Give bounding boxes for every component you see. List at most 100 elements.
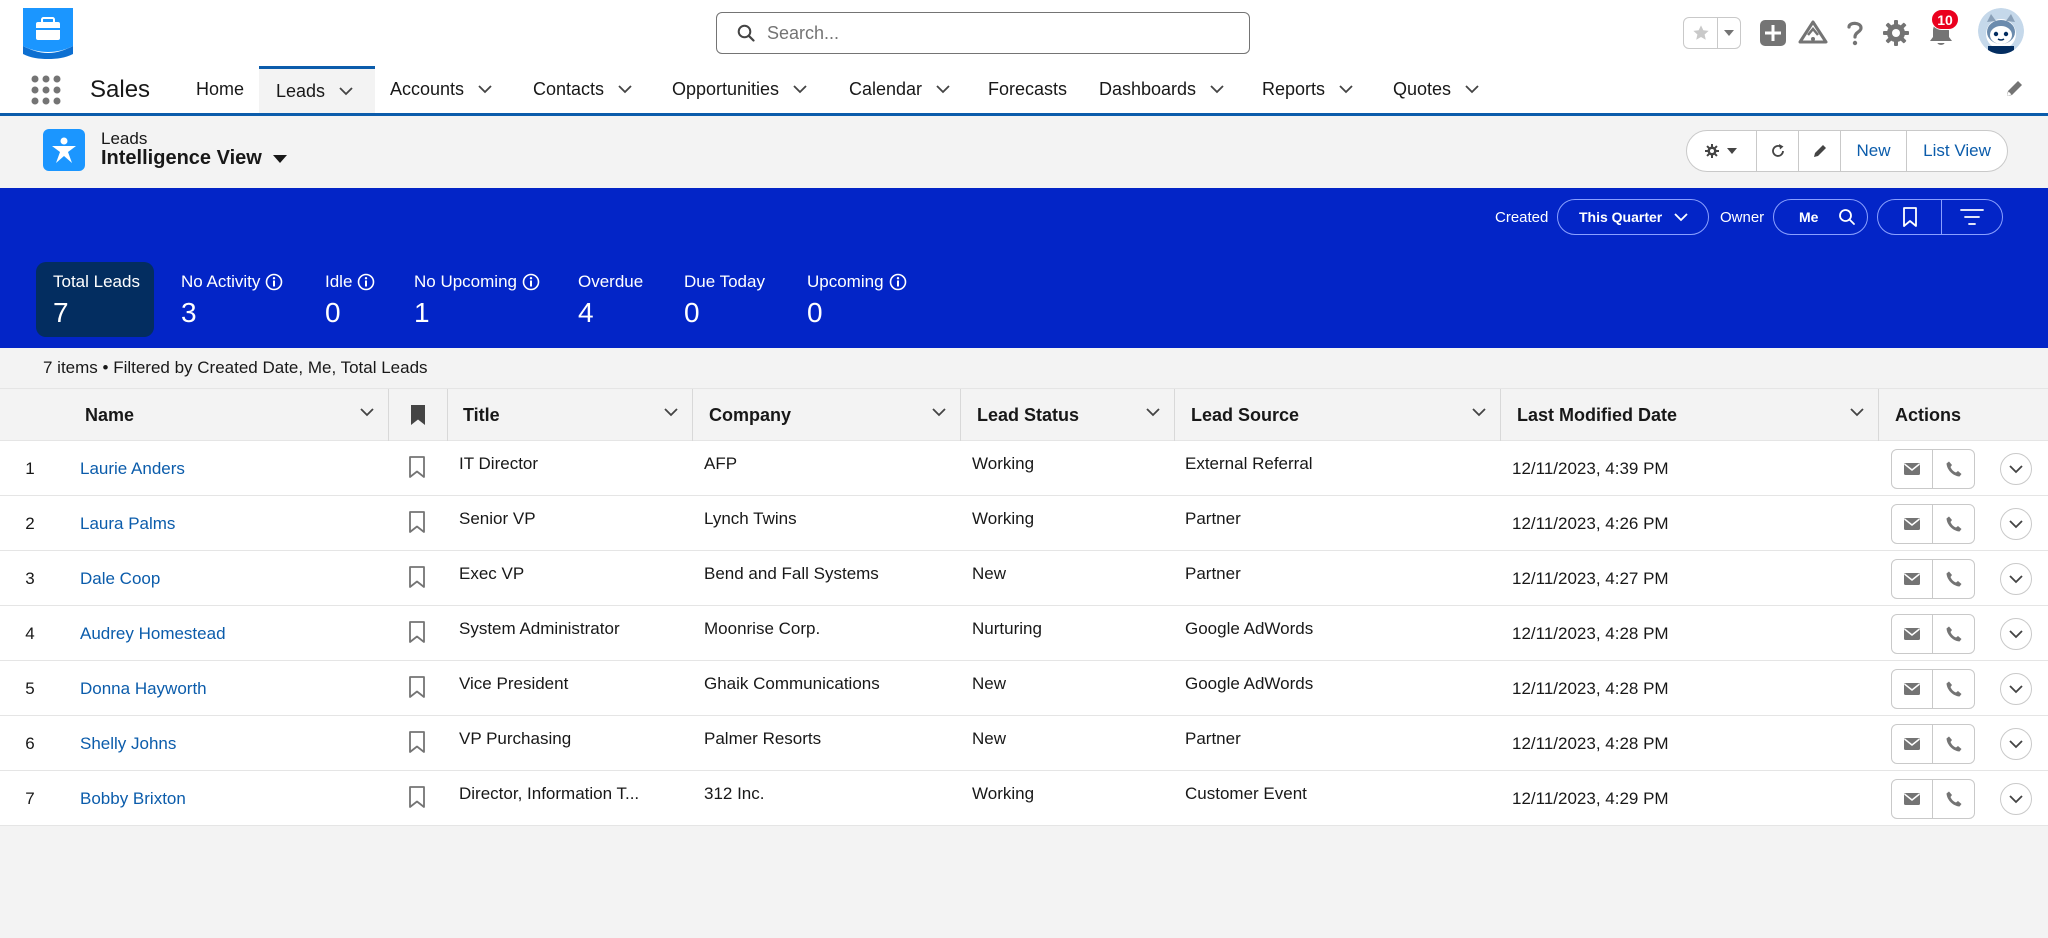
bookmark-icon[interactable] — [408, 565, 426, 589]
call-button[interactable] — [1933, 505, 1974, 543]
call-button[interactable] — [1933, 450, 1974, 488]
search-input[interactable] — [767, 14, 1227, 52]
call-button[interactable] — [1933, 725, 1974, 763]
row-actions-menu-button[interactable] — [2000, 783, 2032, 815]
info-icon[interactable] — [522, 273, 540, 291]
chevron-down-icon[interactable] — [1465, 85, 1479, 94]
global-actions-button[interactable] — [1756, 16, 1790, 50]
lead-name-link[interactable]: Audrey Homestead — [80, 624, 226, 644]
favorite-star-button[interactable] — [1684, 18, 1718, 48]
bookmark-filter-button[interactable] — [1878, 200, 1942, 234]
favorites-dropdown-button[interactable] — [1718, 18, 1740, 48]
call-button[interactable] — [1933, 615, 1974, 653]
column-header-title[interactable]: Title — [448, 389, 693, 441]
bookmark-icon[interactable] — [408, 730, 426, 754]
metric-overdue[interactable]: Overdue 4 — [578, 272, 643, 329]
chevron-down-icon[interactable] — [1472, 408, 1486, 417]
app-logo[interactable] — [21, 6, 75, 60]
list-view-selector[interactable]: Intelligence View — [101, 147, 288, 170]
column-header-last-modified-date[interactable]: Last Modified Date — [1501, 389, 1879, 441]
setup-button[interactable] — [1879, 16, 1913, 50]
metric-due-today[interactable]: Due Today 0 — [684, 272, 765, 329]
nav-item-quotes[interactable]: Quotes — [1393, 66, 1479, 113]
inline-edit-button[interactable] — [1799, 131, 1841, 171]
nav-item-forecasts[interactable]: Forecasts — [988, 66, 1067, 113]
chevron-down-icon[interactable] — [1210, 85, 1224, 94]
metric-no-upcoming[interactable]: No Upcoming 1 — [414, 272, 540, 329]
nav-item-opportunities[interactable]: Opportunities — [672, 66, 807, 113]
nav-item-reports[interactable]: Reports — [1262, 66, 1353, 113]
send-email-button[interactable] — [1892, 505, 1933, 543]
new-button[interactable]: New — [1841, 131, 1907, 171]
row-actions-menu-button[interactable] — [2000, 673, 2032, 705]
row-actions-menu-button[interactable] — [2000, 508, 2032, 540]
nav-item-contacts[interactable]: Contacts — [533, 66, 632, 113]
help-button[interactable] — [1838, 16, 1872, 50]
nav-item-leads[interactable]: Leads — [259, 66, 375, 113]
global-search[interactable] — [716, 12, 1250, 54]
chevron-down-icon[interactable] — [1339, 85, 1353, 94]
column-header-lead-status[interactable]: Lead Status — [961, 389, 1175, 441]
lead-name-link[interactable]: Laurie Anders — [80, 459, 185, 479]
send-email-button[interactable] — [1892, 560, 1933, 598]
chevron-down-icon[interactable] — [339, 86, 353, 96]
app-launcher-button[interactable] — [30, 74, 62, 106]
call-button[interactable] — [1933, 560, 1974, 598]
lead-name-link[interactable]: Laura Palms — [80, 514, 175, 534]
refresh-button[interactable] — [1757, 131, 1799, 171]
column-header-company[interactable]: Company — [693, 389, 961, 441]
bookmark-icon[interactable] — [408, 785, 426, 809]
metric-idle[interactable]: Idle 0 — [325, 272, 375, 329]
trailhead-button[interactable] — [1796, 16, 1830, 50]
call-button[interactable] — [1933, 670, 1974, 708]
send-email-button[interactable] — [1892, 780, 1933, 818]
row-actions-menu-button[interactable] — [2000, 453, 2032, 485]
nav-item-dashboards[interactable]: Dashboards — [1099, 66, 1224, 113]
info-icon[interactable] — [265, 273, 283, 291]
search-icon[interactable] — [1838, 208, 1856, 226]
owner-filter[interactable]: Me — [1773, 199, 1868, 235]
column-header-lead-source[interactable]: Lead Source — [1175, 389, 1501, 441]
edit-nav-button[interactable] — [2004, 79, 2024, 99]
column-header-bookmark[interactable] — [389, 389, 448, 441]
bookmark-icon[interactable] — [408, 455, 426, 479]
chevron-down-icon[interactable] — [618, 85, 632, 94]
lead-name-link[interactable]: Dale Coop — [80, 569, 160, 589]
chevron-down-icon[interactable] — [664, 408, 678, 417]
metric-total-leads[interactable]: Total Leads 7 — [36, 262, 154, 337]
metric-no-activity[interactable]: No Activity 3 — [181, 272, 283, 329]
chevron-down-icon[interactable] — [936, 85, 950, 94]
chevron-down-icon[interactable] — [1146, 408, 1160, 417]
list-settings-button[interactable] — [1687, 131, 1757, 171]
user-avatar[interactable] — [1978, 8, 2024, 54]
send-email-button[interactable] — [1892, 615, 1933, 653]
send-email-button[interactable] — [1892, 725, 1933, 763]
column-header-name[interactable]: Name — [0, 389, 389, 441]
chevron-down-icon[interactable] — [932, 408, 946, 417]
nav-item-calendar[interactable]: Calendar — [849, 66, 950, 113]
filter-button[interactable] — [1942, 200, 2002, 234]
send-email-button[interactable] — [1892, 450, 1933, 488]
nav-item-accounts[interactable]: Accounts — [390, 66, 492, 113]
chevron-down-icon[interactable] — [793, 85, 807, 94]
nav-item-home[interactable]: Home — [196, 66, 244, 113]
info-icon[interactable] — [889, 273, 907, 291]
metric-upcoming[interactable]: Upcoming 0 — [807, 272, 907, 329]
caret-down-icon[interactable] — [272, 154, 288, 164]
send-email-button[interactable] — [1892, 670, 1933, 708]
chevron-down-icon[interactable] — [360, 408, 374, 417]
row-actions-menu-button[interactable] — [2000, 728, 2032, 760]
call-button[interactable] — [1933, 780, 1974, 818]
lead-name-link[interactable]: Shelly Johns — [80, 734, 176, 754]
row-actions-menu-button[interactable] — [2000, 563, 2032, 595]
row-actions-menu-button[interactable] — [2000, 618, 2032, 650]
bookmark-icon[interactable] — [408, 675, 426, 699]
info-icon[interactable] — [357, 273, 375, 291]
chevron-down-icon[interactable] — [1850, 408, 1864, 417]
chevron-down-icon[interactable] — [478, 85, 492, 94]
lead-name-link[interactable]: Bobby Brixton — [80, 789, 186, 809]
created-filter-dropdown[interactable]: This Quarter — [1557, 199, 1709, 235]
lead-name-link[interactable]: Donna Hayworth — [80, 679, 207, 699]
bookmark-icon[interactable] — [408, 620, 426, 644]
list-view-button[interactable]: List View — [1907, 131, 2007, 171]
